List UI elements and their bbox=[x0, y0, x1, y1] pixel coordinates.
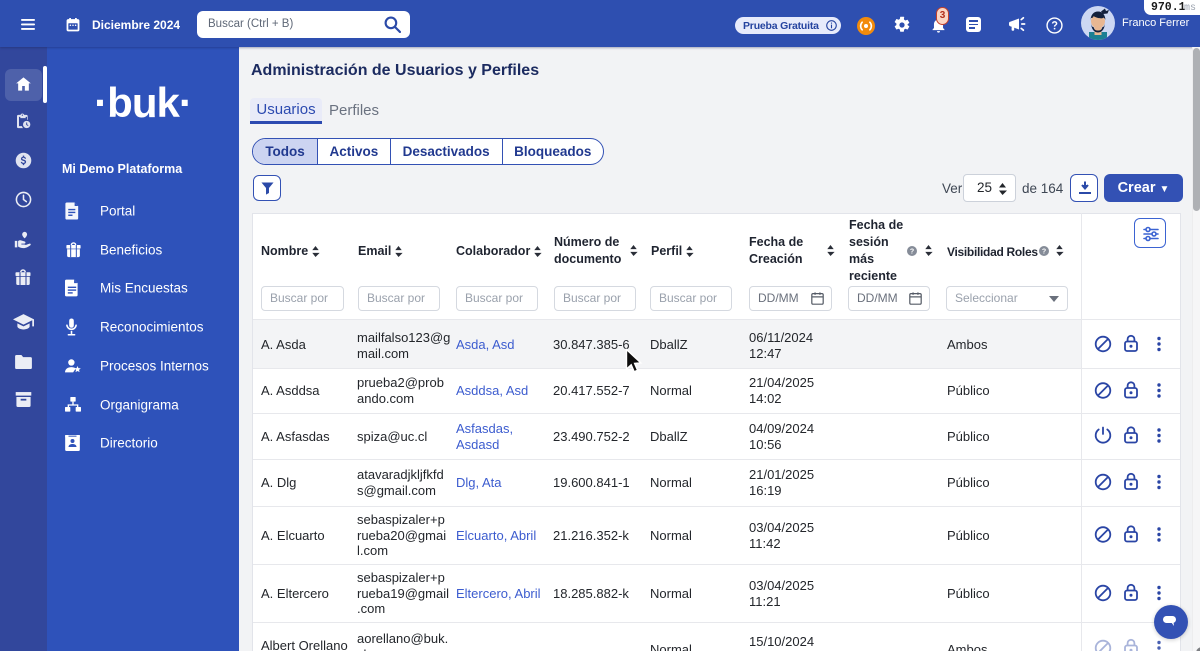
svg-text:?: ? bbox=[1042, 248, 1046, 256]
svg-text:?: ? bbox=[910, 248, 914, 256]
